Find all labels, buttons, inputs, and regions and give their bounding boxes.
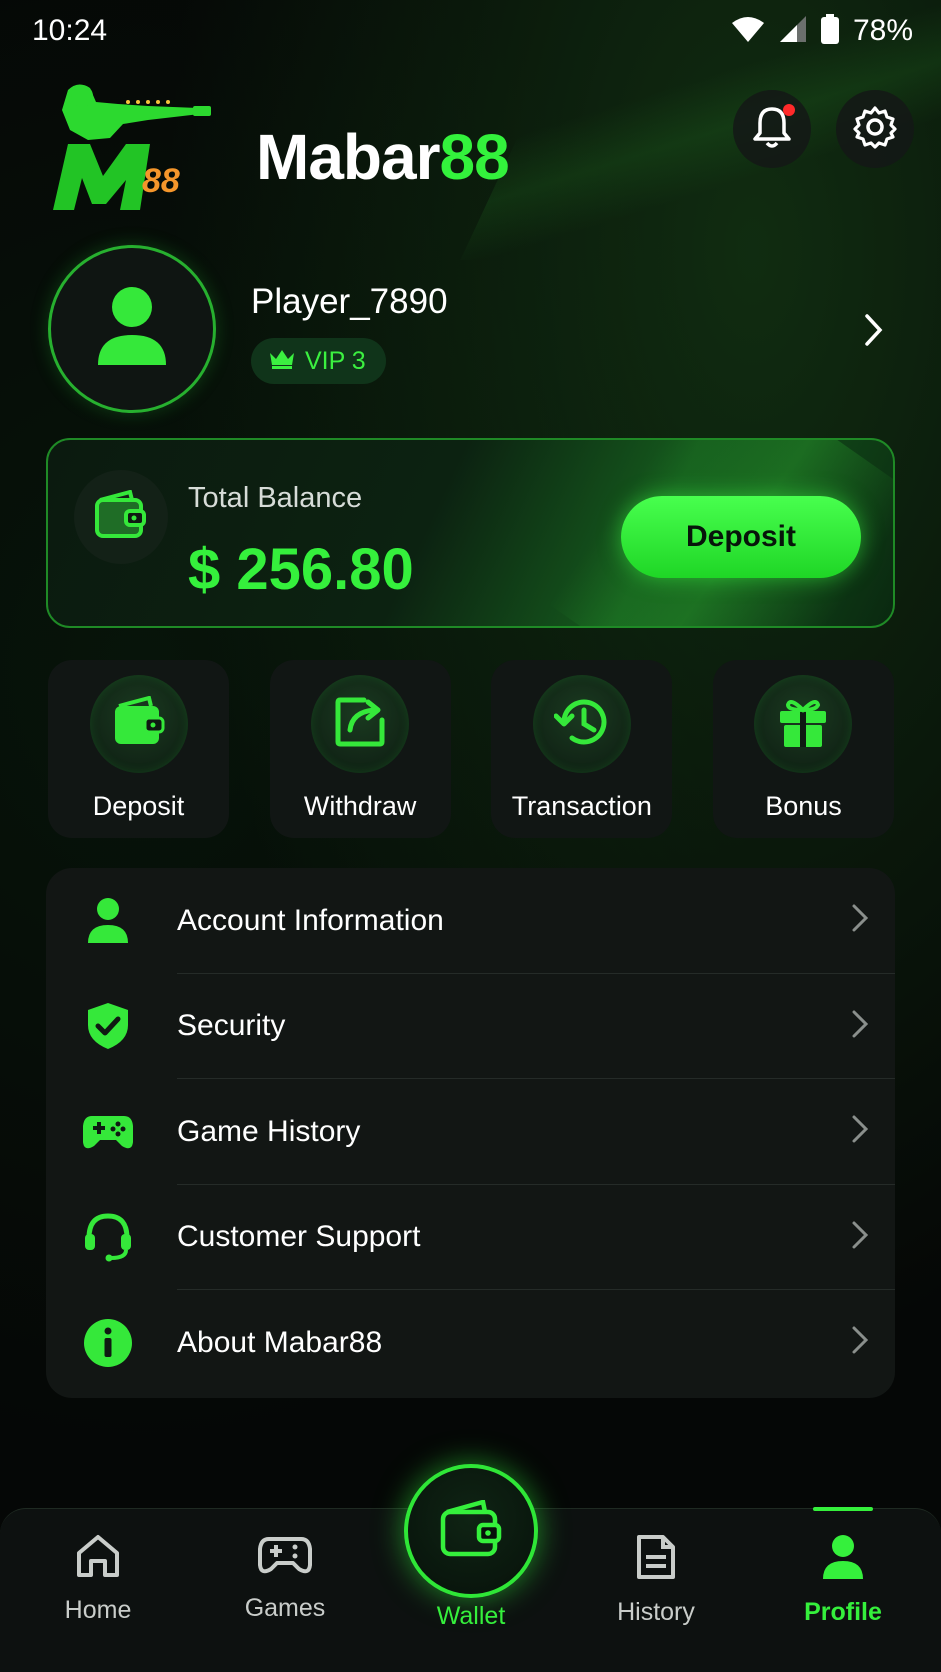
user-icon (94, 285, 170, 374)
wallet-icon (439, 1498, 503, 1563)
wallet-icon (94, 489, 148, 545)
quick-action-bonus[interactable]: Bonus (712, 660, 894, 838)
chevron-right-icon (851, 1220, 869, 1255)
document-icon (635, 1533, 677, 1586)
headset-icon (80, 1209, 136, 1265)
gift-icon (776, 695, 830, 754)
avatar[interactable] (48, 245, 216, 413)
nav-label: Profile (804, 1598, 882, 1626)
active-indicator (813, 1507, 873, 1511)
menu-item-game-history[interactable]: Game History (46, 1079, 895, 1185)
menu-item-label: Customer Support (177, 1220, 421, 1254)
quick-action-label: Transaction (511, 791, 652, 821)
gear-icon (853, 105, 897, 154)
nav-label: Home (64, 1596, 132, 1624)
status-bar: 10:24 78% (0, 0, 941, 62)
quick-action-transaction[interactable]: Transaction (491, 660, 673, 838)
home-icon (75, 1533, 121, 1584)
menu-item-customer-support[interactable]: Customer Support (46, 1185, 895, 1290)
gamepad-icon (258, 1533, 312, 1582)
quick-action-label: Deposit (92, 791, 185, 821)
settings-menu: Account Information Security Game Histor… (46, 868, 895, 1398)
balance-card: Total Balance $ 256.80 Deposit (46, 438, 895, 628)
wallet-icon (111, 695, 167, 753)
nav-history[interactable]: History (581, 1509, 731, 1672)
menu-item-label: Security (177, 1009, 286, 1043)
chevron-right-icon (851, 903, 869, 938)
info-icon (80, 1315, 136, 1371)
nav-profile[interactable]: Profile (768, 1507, 918, 1672)
menu-item-security[interactable]: Security (46, 974, 895, 1079)
nav-home[interactable]: Home (23, 1509, 173, 1672)
deposit-button[interactable]: Deposit (621, 496, 861, 578)
nav-wallet-button[interactable] (404, 1464, 538, 1598)
notifications-button[interactable] (733, 90, 811, 168)
brand-title: Mabar88 (256, 120, 510, 194)
quick-action-withdraw[interactable]: Withdraw (269, 660, 451, 838)
shield-check-icon (80, 998, 136, 1054)
quick-action-label: Bonus (765, 791, 842, 821)
quick-actions: Deposit Withdraw Transaction Bonus (48, 660, 894, 838)
status-time: 10:24 (32, 14, 108, 47)
user-icon (80, 893, 136, 949)
gamepad-icon (80, 1104, 136, 1160)
brand-title-part2: 88 (439, 121, 510, 193)
notification-dot (783, 104, 795, 116)
menu-item-about[interactable]: About Mabar88 (46, 1290, 895, 1396)
quick-action-icon-container (311, 675, 410, 773)
chevron-right-icon (851, 1325, 869, 1360)
crown-icon (269, 347, 295, 376)
quick-action-label: Withdraw (303, 791, 417, 821)
quick-action-icon-container (89, 675, 188, 773)
withdraw-icon (334, 696, 386, 753)
signal-icon (779, 15, 807, 48)
nav-label: History (617, 1598, 695, 1626)
menu-item-label: About Mabar88 (177, 1325, 383, 1359)
menu-item-account-information[interactable]: Account Information (46, 868, 895, 974)
user-icon (821, 1533, 865, 1586)
settings-button[interactable] (836, 90, 914, 168)
brand-logo: 88 (48, 80, 228, 228)
battery-icon (820, 13, 839, 49)
chevron-right-icon (851, 1114, 869, 1149)
header: 88 Mabar88 (48, 80, 918, 230)
balance-label: Total Balance (188, 482, 363, 514)
chevron-right-icon (851, 1009, 869, 1044)
nav-label: Games (244, 1594, 326, 1622)
battery-percentage: 78% (852, 14, 913, 47)
brand-title-part1: Mabar (256, 121, 440, 193)
menu-item-label: Game History (177, 1114, 361, 1148)
quick-action-icon-container (754, 675, 853, 773)
svg-text:88: 88 (142, 162, 180, 200)
history-clock-icon (553, 696, 610, 753)
profile-chevron-right-icon[interactable] (864, 313, 884, 352)
quick-action-icon-container (532, 675, 631, 773)
vip-label: VIP 3 (305, 346, 366, 375)
username: Player_7890 (251, 282, 448, 321)
nav-wallet-label: Wallet (436, 1602, 506, 1630)
wifi-icon (731, 15, 765, 48)
nav-games[interactable]: Games (210, 1509, 360, 1672)
quick-action-deposit[interactable]: Deposit (48, 660, 229, 838)
vip-badge: VIP 3 (251, 338, 386, 384)
balance-wallet-icon-container (74, 470, 168, 564)
menu-item-label: Account Information (177, 903, 444, 937)
balance-amount: $ 256.80 (188, 537, 414, 602)
